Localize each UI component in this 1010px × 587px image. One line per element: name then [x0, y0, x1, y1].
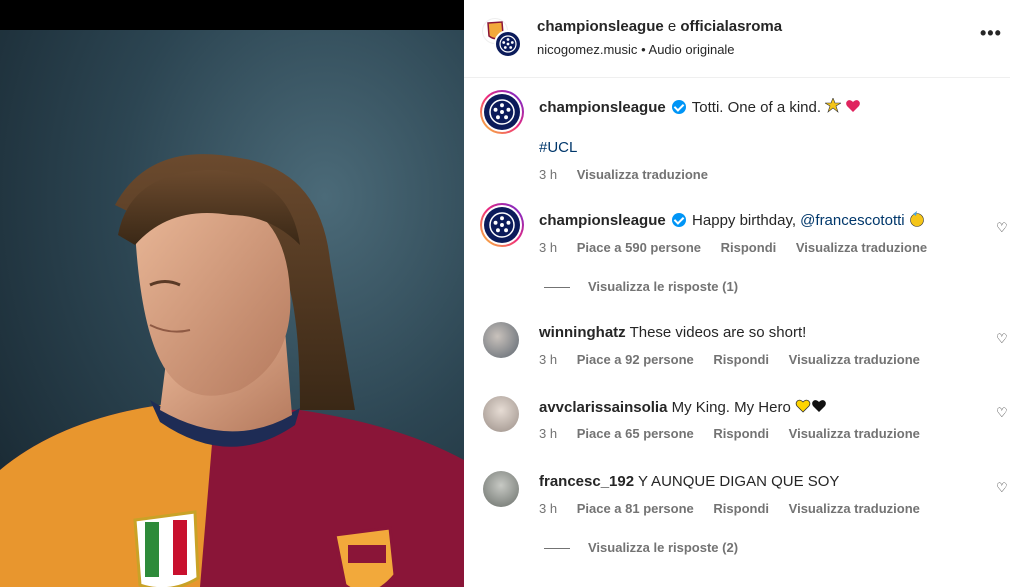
comment-text: championsleague Happy birthday, @frances… — [539, 211, 925, 229]
hashtag-link[interactable]: #UCL — [539, 139, 577, 156]
replies-divider — [544, 548, 570, 550]
comment-meta: 3 h Piace a 590 persone Rispondi Visuali… — [539, 240, 943, 255]
likes-count-link[interactable]: Piace a 92 persone — [577, 352, 694, 367]
reply-button[interactable]: Rispondi — [721, 240, 777, 255]
caption-body: Totti. One of a kind. — [691, 99, 822, 116]
account-link-championsleague[interactable]: championsleague — [537, 18, 664, 35]
comment-time: 3 h — [539, 352, 558, 367]
caption-time: 3 h — [539, 167, 558, 182]
comment-username[interactable]: winninghatz — [539, 324, 626, 341]
comment-avatar[interactable] — [483, 322, 519, 358]
caption-meta: 3 h Visualizza traduzione — [539, 167, 724, 182]
reply-button[interactable]: Rispondi — [713, 352, 769, 367]
account-link-officialasroma[interactable]: officialasroma — [680, 18, 782, 35]
comment-body: Y AUNQUE DIGAN QUE SOY — [637, 473, 840, 490]
ucl-avatar[interactable] — [494, 30, 522, 58]
audio-info: nicogomez.music • Audio originale — [537, 42, 735, 57]
like-heart-icon[interactable]: ♡ — [996, 221, 1010, 235]
video-frame[interactable] — [0, 30, 464, 587]
view-replies-label: Visualizza le risposte (1) — [588, 279, 739, 294]
view-replies-label: Visualizza le risposte (2) — [588, 540, 739, 555]
comment-username[interactable]: championsleague — [539, 212, 666, 229]
view-replies-button[interactable]: Visualizza le risposte (2) — [544, 540, 738, 555]
caption-text: championsleague Totti. One of a kind. — [539, 98, 861, 116]
likes-count-link[interactable]: Piace a 65 persone — [577, 426, 694, 441]
comment-text: avvclarissainsolia My King. My Hero — [539, 398, 827, 416]
star-burst-icon — [825, 98, 842, 113]
audio-link[interactable]: Audio originale — [649, 42, 735, 57]
caption-username[interactable]: championsleague — [539, 99, 666, 116]
black-heart-icon — [812, 400, 826, 412]
verified-badge-icon — [671, 213, 686, 227]
roma-crest-icon — [333, 526, 397, 587]
comment-avatar[interactable] — [480, 203, 524, 247]
ucl-starball-icon — [499, 35, 517, 53]
reply-button[interactable]: Rispondi — [713, 426, 769, 441]
translate-link[interactable]: Visualizza traduzione — [577, 167, 708, 182]
translate-link[interactable]: Visualizza traduzione — [789, 426, 920, 441]
likes-count-link[interactable]: Piace a 81 persone — [577, 501, 694, 516]
comment-time: 3 h — [539, 426, 558, 441]
ucl-starball-icon — [489, 212, 515, 238]
like-heart-icon[interactable]: ♡ — [996, 332, 1010, 346]
comment-body: These videos are so short! — [629, 324, 807, 341]
reply-button[interactable]: Rispondi — [713, 501, 769, 516]
comment-meta: 3 h Piace a 92 persone Rispondi Visualiz… — [539, 352, 936, 367]
like-heart-icon[interactable]: ♡ — [996, 406, 1010, 420]
collab-avatars[interactable] — [482, 18, 522, 58]
comment-meta: 3 h Piace a 65 persone Rispondi Visualiz… — [539, 426, 936, 441]
comment-text: winninghatz These videos are so short! — [539, 324, 806, 341]
post-details-panel: championsleague e officialasroma nicogom… — [464, 0, 1010, 587]
red-heart-icon — [846, 100, 861, 112]
caption-avatar[interactable] — [480, 90, 524, 134]
comment-avatar[interactable] — [483, 471, 519, 507]
replies-divider — [544, 287, 570, 289]
yellow-heart-icon — [795, 399, 811, 413]
comment-meta: 3 h Piace a 81 persone Rispondi Visualiz… — [539, 501, 936, 516]
like-heart-icon[interactable]: ♡ — [996, 481, 1010, 495]
collab-conjunction: e — [667, 18, 677, 35]
party-face-icon — [909, 211, 924, 227]
collab-title: championsleague e officialasroma — [537, 18, 782, 35]
audio-author-link[interactable]: nicogomez.music — [537, 42, 637, 57]
likes-count-link[interactable]: Piace a 590 persone — [577, 240, 701, 255]
comment-time: 3 h — [539, 240, 558, 255]
more-horizontal-icon[interactable]: ••• — [980, 24, 1002, 46]
comment-time: 3 h — [539, 501, 558, 516]
italy-patch-icon — [133, 510, 200, 587]
comment-username[interactable]: avvclarissainsolia — [539, 399, 667, 416]
comment-body: My King. My Hero — [671, 399, 791, 416]
translate-link[interactable]: Visualizza traduzione — [789, 501, 920, 516]
mention-link[interactable]: @francescototti — [800, 212, 904, 229]
player-portrait-image — [0, 154, 464, 587]
view-replies-button[interactable]: Visualizza le risposte (1) — [544, 279, 738, 294]
media-top-bar — [0, 0, 464, 30]
comment-text: francesc_192 Y AUNQUE DIGAN QUE SOY — [539, 473, 839, 490]
separator-dot: • — [641, 42, 646, 57]
comment-avatar[interactable] — [483, 396, 519, 432]
comment-body: Happy birthday, — [692, 212, 801, 229]
ucl-starball-icon — [489, 99, 515, 125]
translate-link[interactable]: Visualizza traduzione — [796, 240, 927, 255]
video-player[interactable] — [0, 0, 464, 587]
post-header: championsleague e officialasroma nicogom… — [464, 0, 1010, 78]
translate-link[interactable]: Visualizza traduzione — [789, 352, 920, 367]
verified-badge-icon — [671, 100, 686, 114]
comment-username[interactable]: francesc_192 — [539, 473, 634, 490]
